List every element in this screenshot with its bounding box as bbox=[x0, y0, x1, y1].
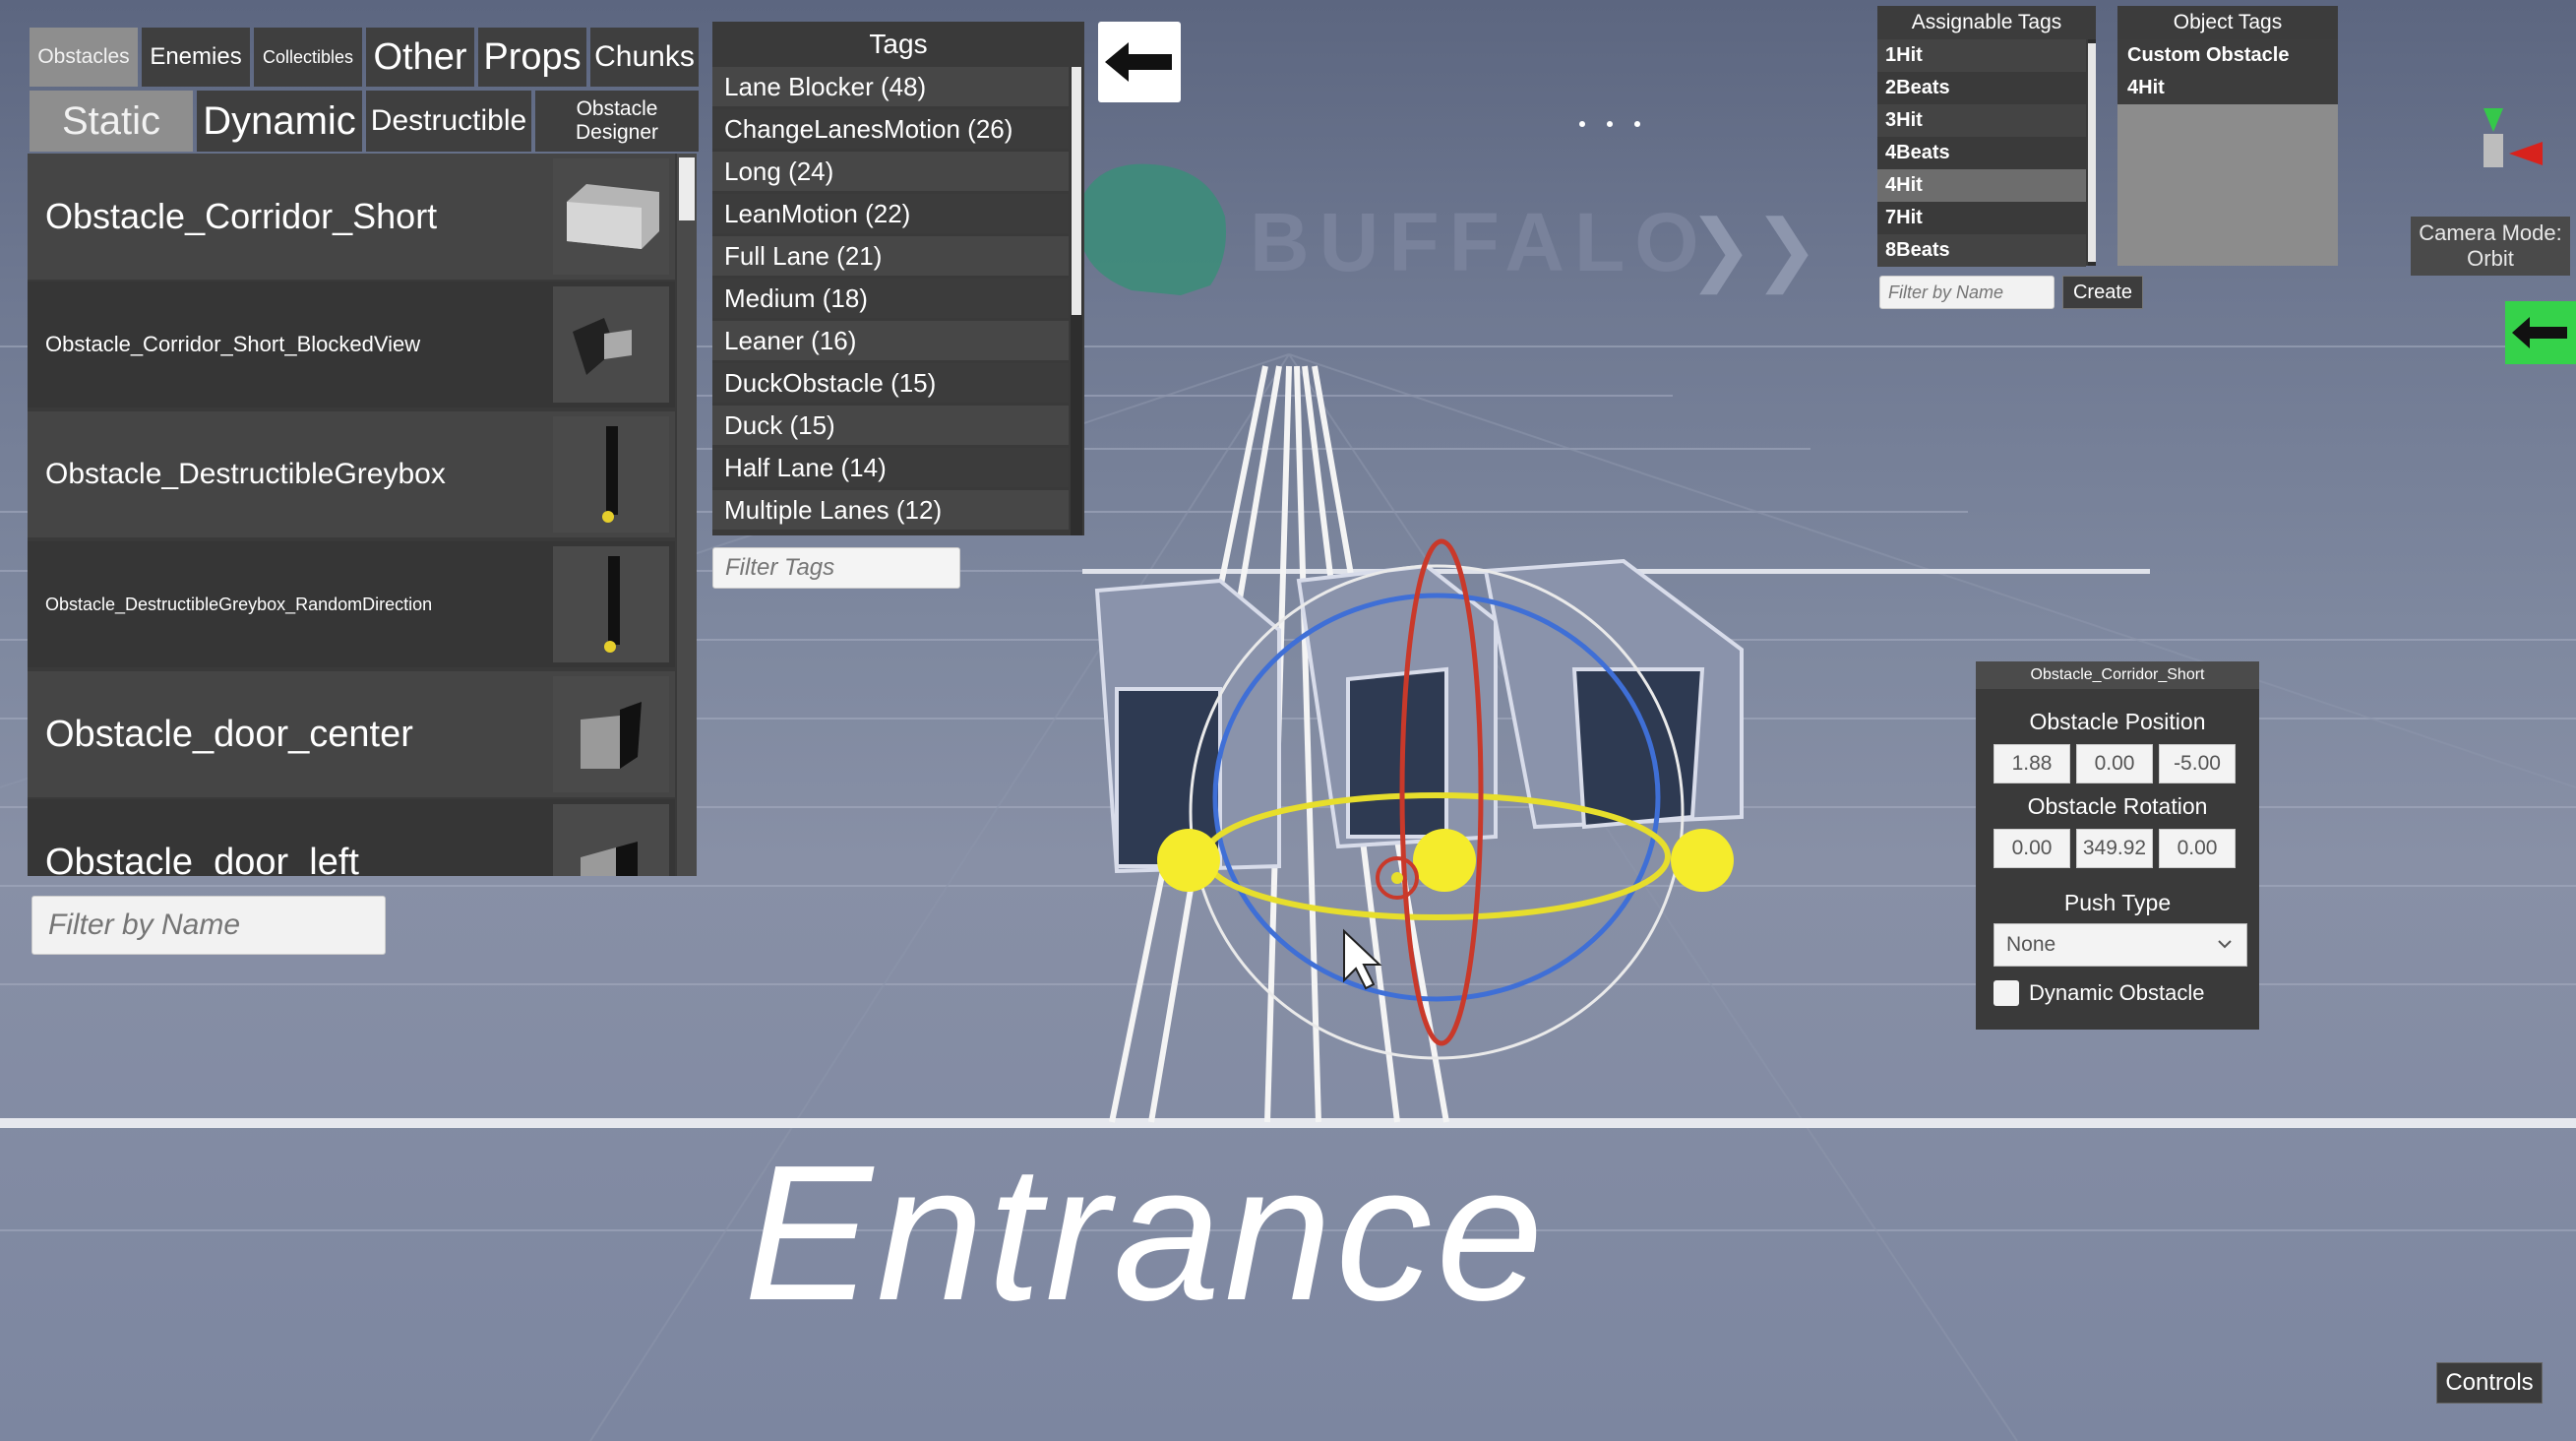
subcategory-tabs: Static Dynamic Destructible Obstacle Des… bbox=[30, 91, 699, 152]
tag-item[interactable]: Lane Blocker (48) bbox=[712, 67, 1069, 106]
asset-thumbnail bbox=[553, 676, 669, 792]
asset-name: Obstacle_DestructibleGreybox_RandomDirec… bbox=[45, 594, 433, 614]
list-item[interactable]: Obstacle_Corridor_Short bbox=[28, 154, 675, 280]
entrance-text: Entrance bbox=[744, 1125, 1548, 1341]
push-type-label: Push Type bbox=[2063, 890, 2172, 915]
tab-enemies[interactable]: Enemies bbox=[142, 28, 250, 87]
tab-chunks[interactable]: Chunks bbox=[590, 28, 699, 87]
asset-name: Obstacle_Corridor_Short bbox=[45, 196, 438, 236]
dynamic-obstacle-checkbox[interactable] bbox=[1993, 980, 2019, 1006]
scrollbar-thumb[interactable] bbox=[1072, 67, 1081, 315]
camera-mode-value: Orbit bbox=[2467, 246, 2514, 271]
arrow-left-icon bbox=[2512, 317, 2567, 348]
camera-mode-button[interactable]: Camera Mode: Orbit bbox=[2411, 217, 2570, 276]
assignable-tag-item-selected[interactable]: 4Hit bbox=[1877, 169, 2086, 202]
camera-mode-label: Camera Mode: bbox=[2419, 220, 2562, 245]
inspector-title: Obstacle_Corridor_Short bbox=[1976, 661, 2259, 689]
tab-collectibles[interactable]: Collectibles bbox=[254, 28, 362, 87]
tag-item[interactable]: Multiple Lanes (12) bbox=[712, 490, 1069, 530]
scrollbar-thumb[interactable] bbox=[2088, 43, 2096, 262]
assignable-tags-title: Assignable Tags bbox=[1877, 6, 2096, 39]
list-item[interactable]: Obstacle_DestructibleGreybox_RandomDirec… bbox=[28, 541, 675, 667]
position-label: Obstacle Position bbox=[2029, 709, 2206, 734]
assignable-tag-item[interactable]: 1Hit bbox=[1877, 39, 2086, 72]
object-tags-panel: Object Tags Custom Obstacle 4Hit bbox=[2117, 6, 2338, 266]
filter-by-name-input[interactable] bbox=[31, 896, 386, 955]
tag-item[interactable]: Long (24) bbox=[712, 152, 1069, 191]
tab-destructible[interactable]: Destructible bbox=[366, 91, 531, 152]
rotation-z-field[interactable] bbox=[2159, 829, 2236, 868]
controls-button[interactable]: Controls bbox=[2436, 1362, 2543, 1404]
rotation-x-field[interactable] bbox=[1993, 829, 2070, 868]
collapse-panel-button[interactable] bbox=[2505, 301, 2576, 364]
filter-tags-input[interactable] bbox=[712, 547, 960, 589]
asset-list-scrollbar[interactable] bbox=[677, 154, 697, 876]
assignable-tag-item[interactable]: 3Hit bbox=[1877, 104, 2086, 137]
list-item[interactable]: Obstacle_door_center bbox=[28, 671, 675, 797]
push-type-value: None bbox=[2006, 933, 2056, 956]
tag-item[interactable]: Half Lane (14) bbox=[712, 448, 1069, 487]
tab-obstacle-designer[interactable]: Obstacle Designer bbox=[535, 91, 699, 152]
tab-dynamic[interactable]: Dynamic bbox=[197, 91, 362, 152]
asset-thumbnail bbox=[553, 416, 669, 533]
tag-item[interactable]: Duck (15) bbox=[712, 406, 1069, 445]
asset-name: Obstacle_door_left bbox=[45, 841, 359, 877]
tag-item[interactable]: DuckObstacle (15) bbox=[712, 363, 1069, 403]
asset-thumbnail bbox=[553, 158, 669, 275]
tag-item[interactable]: ChangeLanesMotion (26) bbox=[712, 109, 1069, 149]
tab-obstacles[interactable]: Obstacles bbox=[30, 28, 138, 87]
assignable-tags-panel: Assignable Tags 1Hit 2Beats 3Hit 4Beats … bbox=[1877, 6, 2096, 267]
assignable-tag-item[interactable]: 7Hit bbox=[1877, 202, 2086, 234]
asset-list: Obstacle_Corridor_Short Obstacle_Corrido… bbox=[28, 154, 697, 876]
tags-panel: Tags Lane Blocker (48) ChangeLanesMotion… bbox=[712, 22, 1084, 535]
rotation-label: Obstacle Rotation bbox=[2027, 793, 2208, 819]
list-item[interactable]: Obstacle_Corridor_Short_BlockedView bbox=[28, 282, 675, 407]
asset-name: Obstacle_Corridor_Short_BlockedView bbox=[45, 332, 421, 356]
dynamic-obstacle-label: Dynamic Obstacle bbox=[2029, 980, 2205, 1005]
tag-item[interactable]: Medium (18) bbox=[712, 279, 1069, 318]
tab-static[interactable]: Static bbox=[30, 91, 193, 152]
tags-scrollbar[interactable] bbox=[1071, 67, 1082, 535]
axis-gizmo-icon[interactable] bbox=[2464, 98, 2543, 177]
tag-item[interactable]: Full Lane (21) bbox=[712, 236, 1069, 276]
tags-title: Tags bbox=[712, 22, 1084, 67]
rotation-y-field[interactable] bbox=[2076, 829, 2153, 868]
asset-thumbnail bbox=[553, 546, 669, 662]
assignable-filter-input[interactable] bbox=[1879, 276, 2055, 309]
assignable-tag-item[interactable]: 2Beats bbox=[1877, 72, 2086, 104]
tag-item[interactable]: LeanMotion (22) bbox=[712, 194, 1069, 233]
assignable-tags-scrollbar[interactable] bbox=[2088, 39, 2096, 266]
assignable-tag-item[interactable]: 8Beats bbox=[1877, 234, 2086, 267]
dynamic-obstacle-toggle[interactable]: Dynamic Obstacle bbox=[1993, 978, 2205, 1008]
position-x-field[interactable] bbox=[1993, 744, 2070, 783]
asset-thumbnail bbox=[553, 286, 669, 403]
tab-other[interactable]: Other bbox=[366, 28, 474, 87]
position-z-field[interactable] bbox=[2159, 744, 2236, 783]
push-type-select[interactable]: None bbox=[1993, 923, 2247, 967]
back-button[interactable] bbox=[1098, 22, 1181, 102]
scrollbar-thumb[interactable] bbox=[679, 157, 695, 220]
object-tags-title: Object Tags bbox=[2117, 6, 2338, 39]
category-tabs: Obstacles Enemies Collectibles Other Pro… bbox=[30, 28, 699, 87]
asset-thumbnail bbox=[553, 804, 669, 876]
position-y-field[interactable] bbox=[2076, 744, 2153, 783]
object-tag-item[interactable]: 4Hit bbox=[2117, 72, 2338, 104]
arrow-left-icon bbox=[1105, 42, 1172, 82]
create-tag-button[interactable]: Create bbox=[2062, 276, 2143, 309]
obstacle-inspector: Obstacle_Corridor_Short Obstacle Positio… bbox=[1976, 661, 2259, 1030]
assignable-tag-item[interactable]: 4Beats bbox=[1877, 137, 2086, 169]
tab-props[interactable]: Props bbox=[478, 28, 586, 87]
billboard-text: BUFFALO bbox=[1250, 196, 1709, 288]
object-tag-item[interactable]: Custom Obstacle bbox=[2117, 39, 2338, 72]
asset-name: Obstacle_DestructibleGreybox bbox=[45, 458, 446, 490]
list-item[interactable]: Obstacle_DestructibleGreybox bbox=[28, 411, 675, 537]
list-item[interactable]: Obstacle_door_left bbox=[28, 799, 675, 876]
chevron-down-icon bbox=[2218, 940, 2232, 949]
asset-name: Obstacle_door_center bbox=[45, 713, 413, 755]
tag-item[interactable]: Leaner (16) bbox=[712, 321, 1069, 360]
